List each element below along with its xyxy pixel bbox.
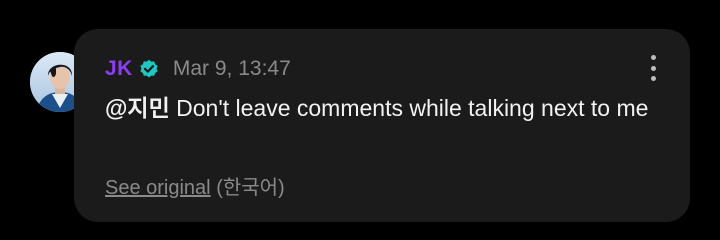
comment-message: Don't leave comments while talking next … [169,95,649,121]
language-note: (한국어) [216,177,285,199]
verified-badge-icon [139,59,159,79]
more-dot [650,55,656,60]
author-name[interactable]: JK [105,57,133,81]
translation-footer: See original (한국어) [105,171,285,200]
more-dot [650,65,656,71]
see-original-link[interactable]: See original [105,177,211,199]
comment-text: @지민 Don't leave comments while talking n… [105,91,650,126]
mention-link[interactable]: @지민 [105,95,170,121]
comment-bubble: JK Mar 9, 13:47 @지민 Don't leave comments… [74,29,690,222]
comment-timestamp: Mar 9, 13:47 [172,57,291,80]
more-vertical-icon[interactable] [646,55,660,81]
comment-row: JK Mar 9, 13:47 @지민 Don't leave comments… [0,0,720,240]
more-dot [650,76,656,81]
comment-header: JK Mar 9, 13:47 [105,55,291,83]
